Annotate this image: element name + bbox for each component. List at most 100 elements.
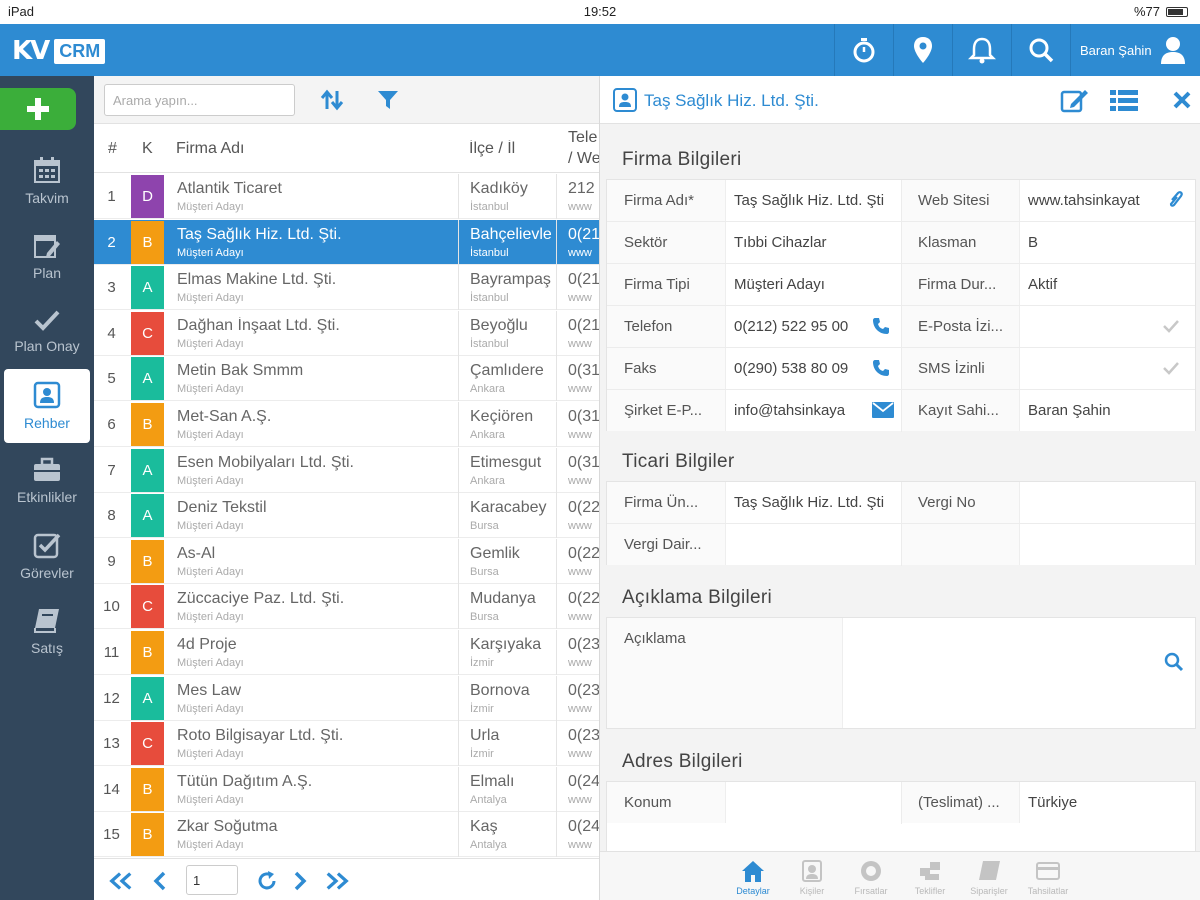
field-value[interactable] <box>1019 482 1195 523</box>
field-value[interactable]: Baran Şahin <box>1019 390 1195 431</box>
notifications-button[interactable] <box>952 24 1011 76</box>
table-row[interactable]: 14 B Tütün Dağıtım A.Ş. Müşteri Adayı Elmalı… <box>94 766 599 812</box>
field-value[interactable] <box>1019 524 1195 565</box>
sidebar-item-plan-onay[interactable]: Plan Onay <box>4 294 90 368</box>
tab-tahsilatlar[interactable]: Tahsilatlar <box>1020 858 1076 898</box>
sort-button[interactable] <box>319 88 345 112</box>
table-row[interactable]: 3 A Elmas Makine Ltd. Şti. Müşteri Adayı Bay… <box>94 265 599 311</box>
table-row[interactable]: 8 A Deniz Tekstil Müşteri Adayı Karacabey Bur… <box>94 493 599 539</box>
column-divider <box>458 812 459 858</box>
column-header-web[interactable]: / We <box>568 150 599 168</box>
company-name: Mes Law <box>177 681 242 699</box>
phone-icon <box>873 360 889 376</box>
last-page-button[interactable] <box>324 869 350 893</box>
location-button[interactable] <box>893 24 952 76</box>
close-button[interactable] <box>1167 87 1197 113</box>
sidebar-item-etkinlikler[interactable]: Etkinlikler <box>4 444 90 518</box>
field-value[interactable] <box>725 782 901 823</box>
column-header-num[interactable]: # <box>108 140 117 158</box>
phone: 0(22 <box>568 499 599 517</box>
tab-fırsatlar[interactable]: Fırsatlar <box>843 858 899 898</box>
column-header-tel[interactable]: Tele <box>568 129 599 147</box>
search-input[interactable] <box>104 84 295 116</box>
tab-kişiler[interactable]: Kişiler <box>784 858 840 898</box>
sidebar-item-plan[interactable]: Plan <box>4 219 90 293</box>
edit-button[interactable] <box>1060 87 1090 113</box>
column-divider <box>556 675 557 721</box>
classification-badge: B <box>131 220 164 264</box>
table-row[interactable]: 7 A Esen Mobilyaları Ltd. Şti. Müşteri Aday… <box>94 447 599 493</box>
field-value[interactable]: Aktif <box>1019 264 1195 305</box>
city: İzmir <box>470 657 494 669</box>
field-value[interactable]: Türkiye <box>1019 782 1195 823</box>
field-value[interactable]: Tıbbi Cihazlar <box>725 222 901 263</box>
call-phone-button[interactable] <box>870 316 892 336</box>
table-row[interactable]: 12 A Mes Law Müşteri Adayı Bornova İzmir 0(23 w… <box>94 675 599 721</box>
add-button[interactable] <box>0 88 76 130</box>
search-button[interactable] <box>1011 24 1070 76</box>
app-logo[interactable]: KV CRM <box>12 36 106 66</box>
section-title-aciklama: Açıklama Bilgileri <box>622 587 773 608</box>
table-row[interactable]: 1 D Atlantik Ticaret Müşteri Adayı Kadıköy İs… <box>94 174 599 219</box>
call-fax-button[interactable] <box>870 358 892 378</box>
filter-button[interactable] <box>375 88 401 112</box>
field-value[interactable]: Müşteri Adayı <box>725 264 901 305</box>
list-icon <box>1110 90 1138 111</box>
aciklama-search-button[interactable] <box>1163 652 1185 672</box>
sidebar-item-satis[interactable]: Satış <box>4 594 90 668</box>
table-row[interactable]: 15 B Zkar Soğutma Müşteri Adayı Kaş Antalya 0(… <box>94 812 599 858</box>
field-label: Şirket E-P... <box>607 390 725 431</box>
website: www <box>568 702 592 715</box>
column-header-k[interactable]: K <box>142 140 153 158</box>
sidebar-item-takvim[interactable]: Takvim <box>4 144 90 218</box>
table-row[interactable]: 10 C Züccaciye Paz. Ltd. Şti. Müşteri Adayı… <box>94 584 599 630</box>
tab-teklifler[interactable]: Teklifler <box>902 858 958 898</box>
table-row[interactable]: 11 B 4d Proje Müşteri Adayı Karşıyaka İzmir 0(… <box>94 630 599 675</box>
table-row[interactable]: 4 C Dağhan İnşaat Ltd. Şti. Müşteri Adayı Be… <box>94 310 599 356</box>
battery-status: %77 <box>1134 4 1188 19</box>
website-link-button[interactable] <box>1165 190 1187 210</box>
field-value[interactable]: Taş Sağlık Hiz. Ltd. Şti <box>725 180 901 221</box>
refresh-button[interactable] <box>254 869 280 893</box>
list-view-button[interactable] <box>1109 87 1139 113</box>
table-row[interactable]: 5 A Metin Bak Smmm Müşteri Adayı Çamlıdere An… <box>94 356 599 402</box>
company-type: Müşteri Adayı <box>177 793 244 806</box>
first-page-button[interactable] <box>108 869 134 893</box>
column-header-location[interactable]: İlçe / İl <box>469 140 515 158</box>
next-page-button[interactable] <box>287 869 313 893</box>
sidebar-item-rehber[interactable]: Rehber <box>4 369 90 443</box>
aciklama-field[interactable] <box>842 618 1195 728</box>
app-header: KV CRM Baran Şahin <box>0 24 1200 76</box>
table-row[interactable]: 6 B Met-San A.Ş. Müşteri Adayı Keçiören Ankar… <box>94 402 599 447</box>
page-number-input[interactable] <box>186 865 238 895</box>
district: Bornova <box>470 681 530 699</box>
field-value[interactable] <box>725 524 901 565</box>
district: Etimesgut <box>470 453 542 471</box>
field-value[interactable]: B <box>1019 222 1195 263</box>
send-email-button[interactable] <box>872 400 894 420</box>
sms-permission-check[interactable] <box>1160 358 1182 378</box>
company-type: Müşteri Adayı <box>177 565 244 578</box>
table-row[interactable]: 13 C Roto Bilgisayar Ltd. Şti. Müşteri Aday… <box>94 721 599 767</box>
tab-detaylar[interactable]: Detaylar <box>725 858 781 898</box>
stopwatch-button[interactable] <box>834 24 893 76</box>
prev-page-button[interactable] <box>147 869 173 893</box>
row-number: 6 <box>107 416 116 433</box>
field-label: Vergi No <box>901 482 1019 523</box>
sidebar-item-gorevler[interactable]: Görevler <box>4 519 90 593</box>
user-menu[interactable]: Baran Şahin <box>1070 24 1200 76</box>
field-value[interactable]: Taş Sağlık Hiz. Ltd. Şti <box>725 482 901 523</box>
column-divider <box>556 402 557 447</box>
row-number: 7 <box>107 461 116 479</box>
refresh-icon <box>258 871 276 890</box>
table-row[interactable]: 9 B As-Al Müşteri Adayı Gemlik Bursa 0(22 www <box>94 538 599 584</box>
email-permission-check[interactable] <box>1160 316 1182 336</box>
company-name: Elmas Makine Ltd. Şti. <box>177 271 337 289</box>
table-row[interactable]: 2 B Taş Sağlık Hiz. Ltd. Şti. Müşteri Adayı… <box>94 219 599 265</box>
column-divider <box>556 356 557 402</box>
column-header-name[interactable]: Firma Adı <box>176 140 244 158</box>
row-number: 9 <box>107 552 116 570</box>
column-divider <box>901 180 902 432</box>
tab-siparişler[interactable]: Siparişler <box>961 858 1017 898</box>
city: Ankara <box>470 474 505 487</box>
